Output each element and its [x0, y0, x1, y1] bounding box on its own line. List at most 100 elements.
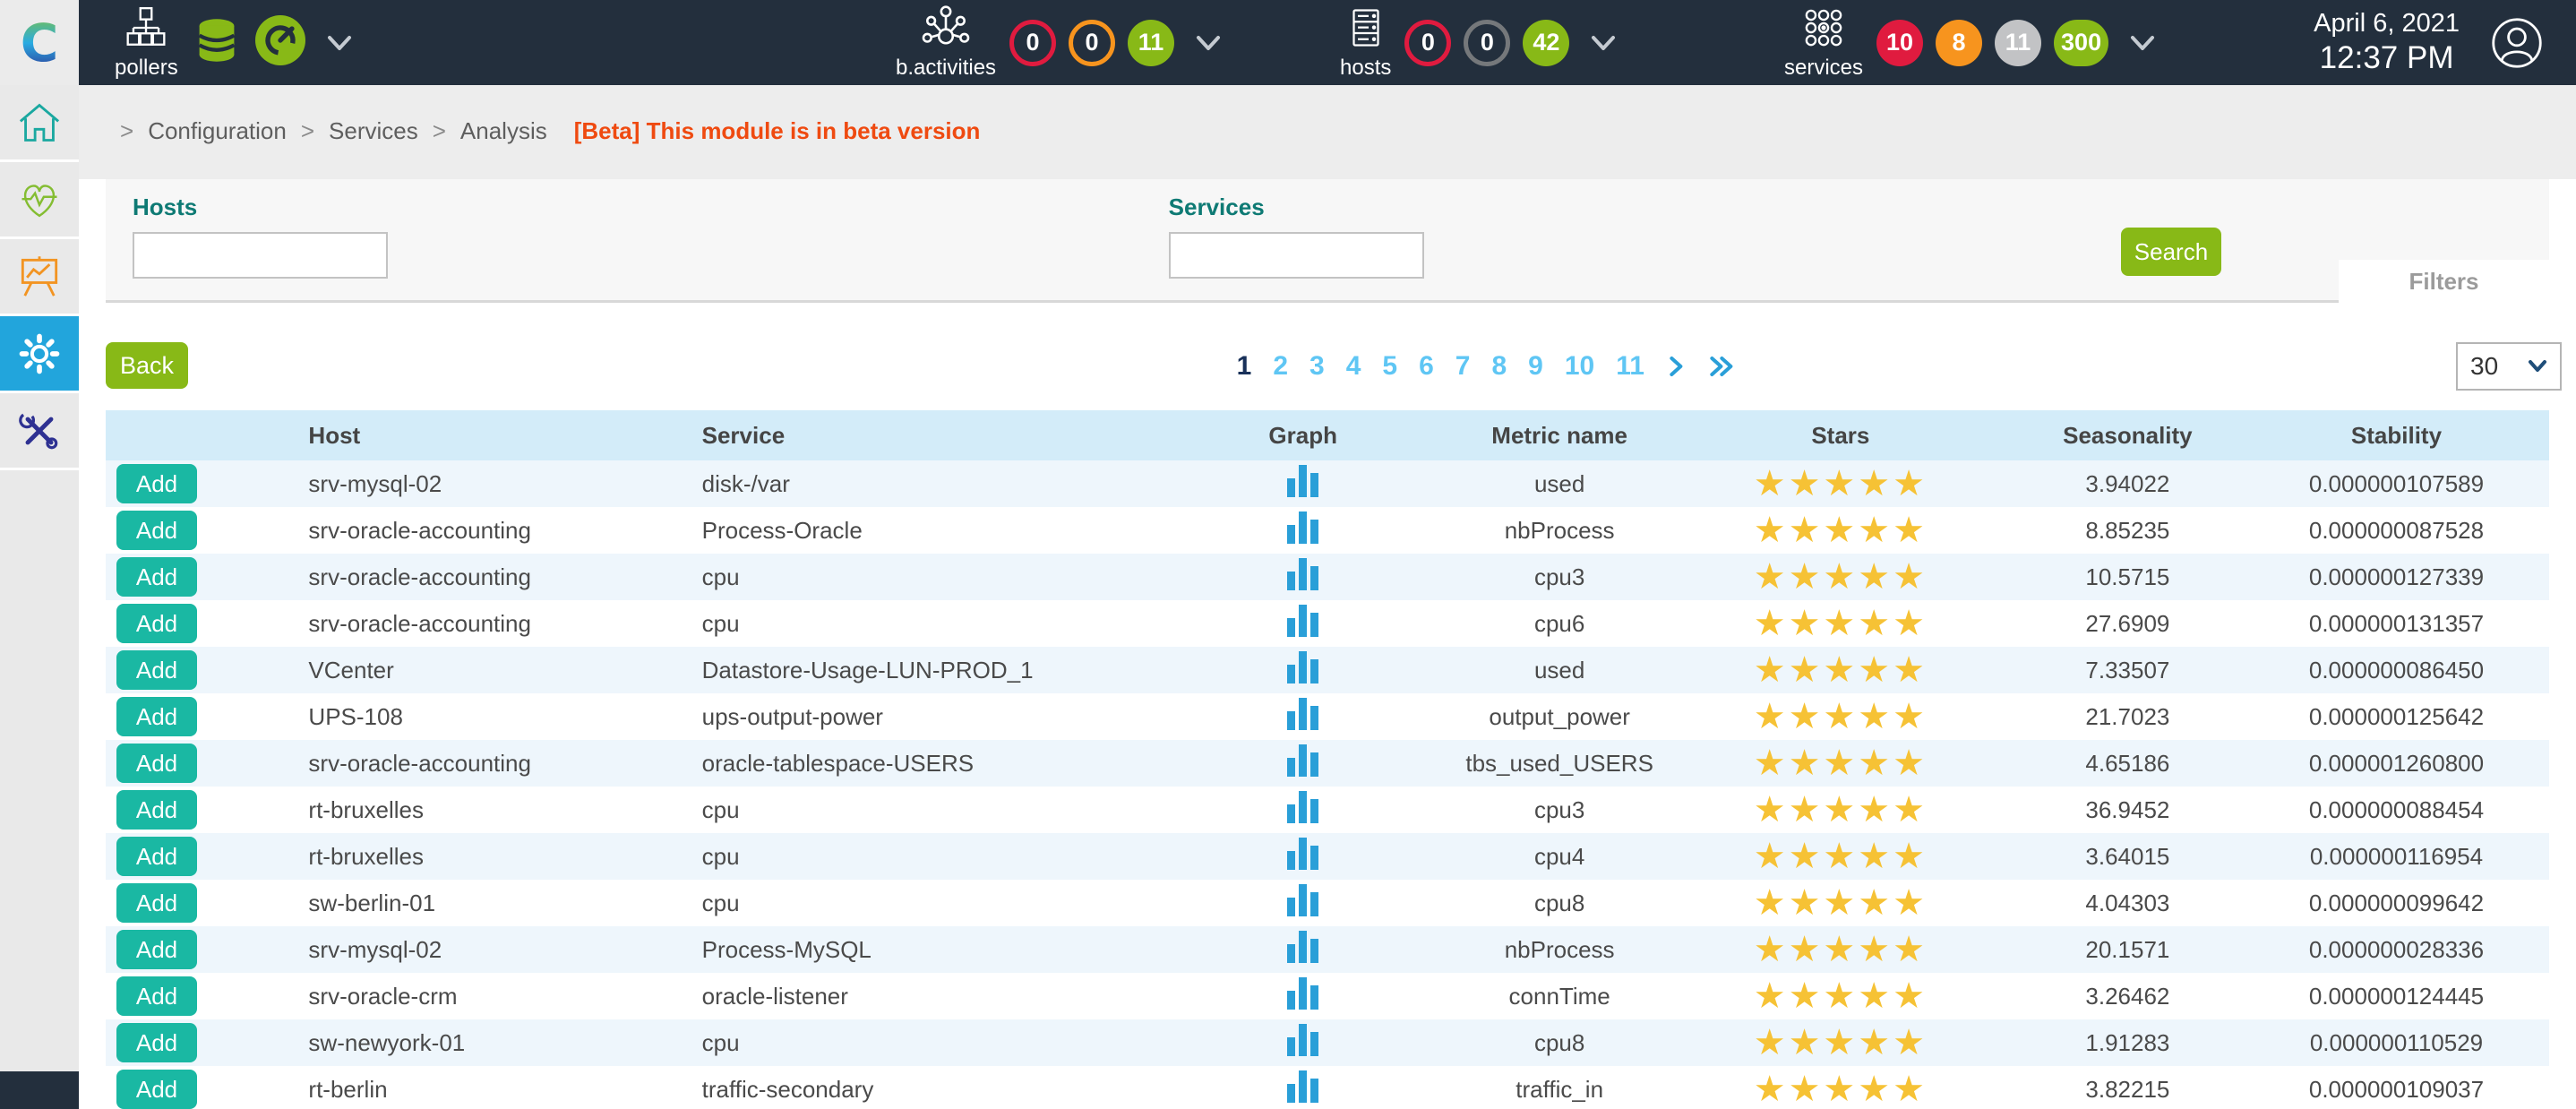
page-number[interactable]: 5	[1382, 351, 1397, 382]
heart-pulse-icon	[16, 176, 63, 223]
status-badge[interactable]: 0	[1464, 20, 1510, 66]
search-button[interactable]: Search	[2121, 228, 2221, 276]
graph-icon[interactable]	[1287, 838, 1318, 870]
user-avatar[interactable]	[2490, 16, 2544, 74]
services-menu[interactable]: services	[1784, 5, 1863, 81]
chevron-down-icon[interactable]	[1590, 33, 1617, 53]
status-badge[interactable]: 10	[1876, 20, 1923, 66]
stability-cell: 0.000000110529	[2244, 1019, 2549, 1066]
metric-name-cell: cpu4	[1449, 833, 1670, 880]
sidebar-footer-tile[interactable]	[0, 1071, 79, 1109]
chevron-down-icon	[2528, 360, 2547, 373]
page-number[interactable]: 11	[1616, 351, 1644, 382]
filters-panel-tab[interactable]: Filters	[2339, 260, 2549, 303]
breadcrumb-item[interactable]: Configuration	[106, 117, 287, 145]
sidebar-item-administration[interactable]	[0, 393, 79, 470]
wrench-screwdriver-icon	[16, 408, 63, 454]
business-activities-group: b.activities 00 11	[896, 0, 1222, 85]
page-number[interactable]: 9	[1528, 351, 1543, 382]
page-size-select[interactable]: 30	[2456, 342, 2562, 391]
graph-icon[interactable]	[1287, 1024, 1318, 1056]
graph-icon[interactable]	[1287, 931, 1318, 963]
service-cell: cpu	[702, 1019, 1156, 1066]
graph-icon[interactable]	[1287, 791, 1318, 823]
sidebar-item-reporting[interactable]	[0, 239, 79, 316]
add-button[interactable]: Add	[116, 557, 197, 597]
sidebar-item-configuration[interactable]	[0, 316, 79, 393]
chevron-down-icon[interactable]	[2129, 33, 2156, 53]
page-number[interactable]: 6	[1419, 351, 1434, 382]
status-badge[interactable]: 42	[1523, 20, 1569, 66]
chevron-down-icon[interactable]	[326, 33, 353, 53]
page-number[interactable]: 3	[1309, 351, 1325, 382]
graph-icon[interactable]	[1287, 1070, 1318, 1103]
star-rating: ★★★★★	[1754, 1070, 1928, 1109]
graph-icon[interactable]	[1287, 744, 1318, 777]
page-number[interactable]: 2	[1273, 351, 1288, 382]
add-button[interactable]: Add	[116, 650, 197, 690]
add-button[interactable]: Add	[116, 930, 197, 969]
graph-icon[interactable]	[1287, 651, 1318, 683]
graph-icon[interactable]	[1287, 558, 1318, 590]
status-badge[interactable]: 11	[1128, 20, 1174, 66]
add-button[interactable]: Add	[116, 511, 197, 550]
graph-icon[interactable]	[1287, 512, 1318, 544]
add-button[interactable]: Add	[116, 837, 197, 876]
add-button[interactable]: Add	[116, 1070, 197, 1109]
centreon-logo[interactable]: C	[0, 0, 79, 85]
business-activities-icon	[920, 5, 972, 55]
graph-icon[interactable]	[1287, 884, 1318, 916]
graph-icon[interactable]	[1287, 605, 1318, 637]
service-cell: cpu	[702, 833, 1156, 880]
hosts-label: hosts	[1340, 56, 1391, 81]
add-button[interactable]: Add	[116, 604, 197, 643]
add-button[interactable]: Add	[116, 697, 197, 736]
service-cell: Datastore-Usage-LUN-PROD_1	[702, 647, 1156, 693]
page-number[interactable]: 7	[1455, 351, 1471, 382]
last-page-icon[interactable]	[1707, 354, 1736, 379]
graph-icon[interactable]	[1287, 465, 1318, 497]
service-cell: cpu	[702, 554, 1156, 600]
add-button[interactable]: Add	[116, 744, 197, 783]
add-button[interactable]: Add	[116, 790, 197, 830]
sidebar-item-home[interactable]	[0, 85, 79, 162]
status-badge[interactable]: 8	[1936, 20, 1982, 66]
graph-icon[interactable]	[1287, 698, 1318, 730]
poller-latency-status-icon[interactable]	[255, 15, 305, 70]
poller-database-status-icon[interactable]	[192, 15, 242, 70]
add-button[interactable]: Add	[116, 883, 197, 923]
business-activities-menu[interactable]: b.activities	[896, 5, 996, 81]
service-cell: oracle-listener	[702, 973, 1156, 1019]
status-badge[interactable]: 11	[1995, 20, 2041, 66]
hosts-menu[interactable]: hosts	[1340, 5, 1391, 81]
next-page-icon[interactable]	[1666, 354, 1686, 379]
status-badge[interactable]: 0	[1009, 20, 1056, 66]
stability-cell: 0.000000116954	[2244, 833, 2549, 880]
seasonality-cell: 10.5715	[2012, 554, 2244, 600]
column-header-graph: Graph	[1156, 410, 1449, 460]
hosts-filter-input[interactable]	[133, 232, 388, 279]
page-number[interactable]: 10	[1565, 351, 1594, 382]
add-button[interactable]: Add	[116, 976, 197, 1016]
star-rating: ★★★★★	[1754, 976, 1928, 1016]
metric-name-cell: used	[1449, 460, 1670, 507]
add-button[interactable]: Add	[116, 1023, 197, 1062]
sidebar-item-monitoring[interactable]	[0, 162, 79, 239]
pollers-menu[interactable]: pollers	[115, 5, 178, 81]
breadcrumb-item[interactable]: Services	[287, 117, 418, 145]
back-button[interactable]: Back	[106, 342, 188, 389]
breadcrumb-item[interactable]: Analysis	[418, 117, 547, 145]
services-filter-input[interactable]	[1169, 232, 1424, 279]
stability-cell: 0.000000125642	[2244, 693, 2549, 740]
status-badge[interactable]: 300	[2054, 20, 2108, 66]
graph-icon[interactable]	[1287, 977, 1318, 1010]
page-number[interactable]: 4	[1346, 351, 1361, 382]
stability-cell: 0.000000109037	[2244, 1066, 2549, 1109]
star-rating: ★★★★★	[1754, 697, 1928, 736]
page-number[interactable]: 8	[1491, 351, 1507, 382]
page-number[interactable]: 1	[1237, 351, 1252, 382]
status-badge[interactable]: 0	[1069, 20, 1115, 66]
status-badge[interactable]: 0	[1404, 20, 1451, 66]
add-button[interactable]: Add	[116, 464, 197, 503]
chevron-down-icon[interactable]	[1195, 33, 1222, 53]
